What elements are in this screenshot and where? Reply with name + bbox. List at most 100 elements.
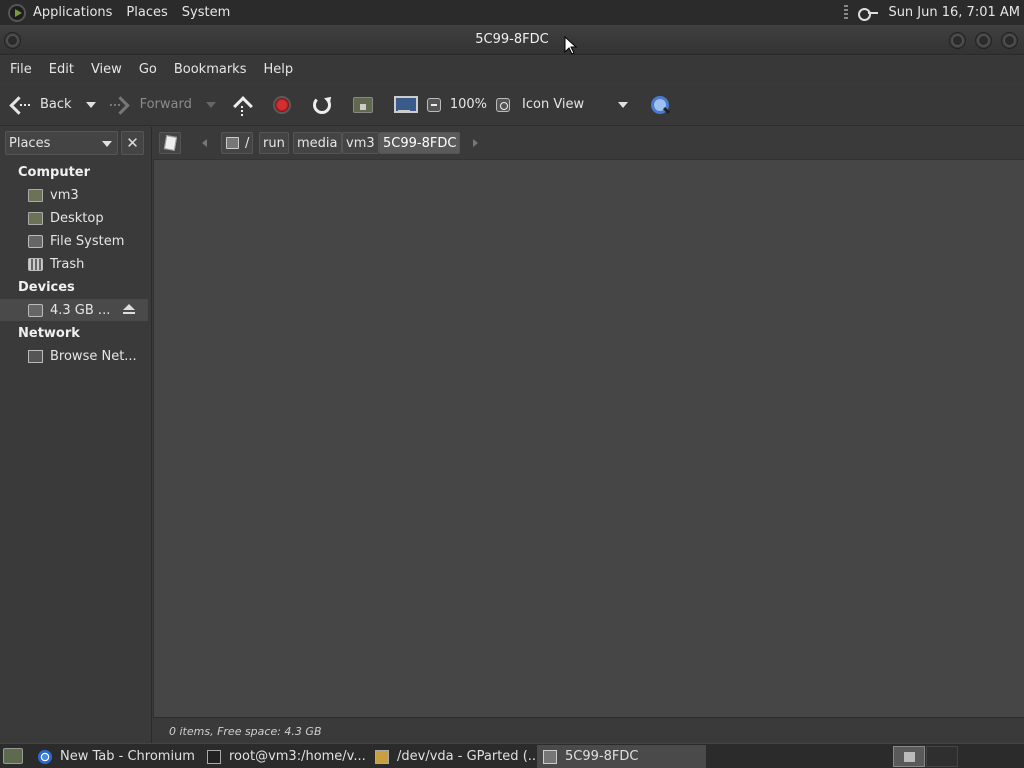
crumb-root[interactable]: /	[221, 132, 254, 154]
network-icon	[28, 349, 43, 363]
mouse-cursor-icon	[564, 35, 578, 56]
window-menu-button[interactable]	[4, 32, 21, 49]
search-icon	[650, 95, 670, 115]
menu-system[interactable]: System	[175, 5, 237, 20]
menu-places[interactable]: Places	[119, 5, 174, 20]
task-gparted[interactable]: /dev/vda - GParted (...	[369, 745, 537, 768]
filesystem-icon	[226, 137, 239, 149]
back-button[interactable]: Back	[10, 90, 96, 120]
view-mode-dropdown-icon[interactable]	[618, 101, 629, 108]
sidebar-heading-devices: Devices	[18, 280, 75, 295]
search-button[interactable]	[650, 90, 670, 120]
chromium-icon	[38, 749, 52, 764]
task-chromium[interactable]: New Tab - Chromium	[32, 745, 200, 768]
sidebar-item-vm3[interactable]: vm3	[0, 184, 148, 206]
sidebar-item-label: 4.3 GB ...	[50, 302, 111, 318]
zoom-in-icon[interactable]	[496, 97, 511, 112]
zoom-level: 100%	[449, 97, 488, 112]
menu-edit[interactable]: Edit	[39, 62, 81, 77]
sidebar-heading-computer: Computer	[18, 165, 91, 180]
status-bar: 0 items, Free space: 4.3 GB	[153, 717, 1024, 743]
menu-go[interactable]: Go	[129, 62, 164, 77]
workspace-2-button[interactable]	[926, 746, 958, 767]
location-bar: / run media vm3 5C99-8FDC	[153, 127, 1024, 159]
computer-icon	[393, 95, 418, 114]
sidebar-selector[interactable]: Places	[5, 131, 118, 155]
sidebar-item-label: Trash	[50, 256, 85, 272]
task-terminal[interactable]: root@vm3:/home/v...	[201, 745, 369, 768]
back-label: Back	[40, 97, 72, 112]
sidebar-item-desktop[interactable]: Desktop	[0, 207, 148, 229]
task-label: 5C99-8FDC	[565, 749, 639, 764]
task-label: /dev/vda - GParted (...	[397, 749, 537, 764]
crumb-label: 5C99-8FDC	[383, 135, 457, 151]
menubar: File Edit View Go Bookmarks Help	[0, 56, 1024, 83]
sidebar-item-browse-network[interactable]: Browse Net...	[0, 345, 148, 367]
crumb-vm3[interactable]: vm3	[342, 132, 379, 154]
crumb-label: run	[263, 135, 285, 151]
menu-file[interactable]: File	[0, 62, 39, 77]
keyring-icon[interactable]	[858, 7, 879, 21]
applications-logo-icon[interactable]	[8, 3, 26, 22]
close-button[interactable]	[1001, 32, 1018, 49]
task-label: root@vm3:/home/v...	[229, 749, 366, 764]
view-mode-label: Icon View	[522, 97, 585, 112]
status-text: 0 items, Free space: 4.3 GB	[169, 725, 322, 738]
minimize-button[interactable]	[949, 32, 966, 49]
crumb-run[interactable]: run	[259, 132, 289, 154]
menu-view[interactable]: View	[81, 62, 129, 77]
forward-button[interactable]: Forward	[109, 90, 216, 120]
file-manager-icon	[543, 749, 557, 764]
crumb-label: vm3	[346, 135, 375, 151]
maximize-button[interactable]	[975, 32, 992, 49]
view-mode-selector[interactable]: Icon View	[496, 90, 629, 120]
sidebar-close-button[interactable]: ✕	[121, 131, 144, 155]
system-tray: Sun Jun 16, 7:01 AM	[844, 0, 1024, 25]
home-button[interactable]	[352, 90, 373, 120]
menu-help[interactable]: Help	[253, 62, 300, 77]
reload-icon	[312, 95, 331, 114]
sidebar-item-trash[interactable]: Trash	[0, 253, 148, 275]
sidebar-item-drive[interactable]: 4.3 GB ...	[0, 299, 148, 321]
menu-applications[interactable]: Applications	[26, 5, 119, 20]
tray-handle-icon	[844, 4, 849, 21]
path-scroll-left-icon[interactable]	[202, 139, 207, 147]
toggle-location-entry-button[interactable]	[159, 132, 181, 154]
drive-icon	[28, 303, 43, 317]
task-file-manager[interactable]: 5C99-8FDC	[537, 745, 706, 768]
toolbar: Back Forward 100% Icon View	[0, 84, 1024, 126]
up-arrow-icon	[232, 94, 252, 116]
file-view-area[interactable]	[153, 159, 1024, 717]
window-titlebar[interactable]: 5C99-8FDC	[0, 25, 1024, 55]
reload-button[interactable]	[312, 90, 331, 120]
crumb-current[interactable]: 5C99-8FDC	[379, 132, 461, 154]
sidebar-item-label: Desktop	[50, 210, 104, 226]
zoom-control[interactable]: 100%	[426, 90, 488, 120]
top-panel: Applications Places System Sun Jun 16, 7…	[0, 0, 1024, 25]
gparted-icon	[375, 749, 389, 764]
forward-arrow-icon	[109, 96, 130, 114]
stop-button[interactable]	[272, 90, 291, 120]
path-scroll-right-icon[interactable]	[473, 139, 478, 147]
show-desktop-icon[interactable]	[3, 748, 23, 764]
task-label: New Tab - Chromium	[60, 749, 195, 764]
terminal-icon	[207, 749, 221, 764]
zoom-out-icon[interactable]	[426, 97, 441, 112]
up-button[interactable]	[232, 90, 252, 120]
menu-bookmarks[interactable]: Bookmarks	[164, 62, 254, 77]
clock[interactable]: Sun Jun 16, 7:01 AM	[888, 5, 1024, 20]
back-history-dropdown-icon[interactable]	[85, 101, 96, 108]
sidebar-heading-network: Network	[18, 326, 80, 341]
top-panel-menu: Applications Places System	[26, 0, 237, 25]
sidebar-item-file-system[interactable]: File System	[0, 230, 148, 252]
forward-history-dropdown-icon[interactable]	[205, 101, 216, 108]
window-title: 5C99-8FDC	[475, 32, 549, 47]
computer-button[interactable]	[393, 90, 418, 120]
sidebar: Places ✕ Computer vm3 Desktop File Syste…	[0, 127, 152, 743]
crumb-media[interactable]: media	[293, 132, 342, 154]
sidebar-selector-dropdown-icon	[102, 141, 112, 147]
sidebar-item-label: vm3	[50, 187, 79, 203]
workspace-1-button[interactable]	[893, 746, 925, 767]
desktop-folder-icon	[28, 211, 43, 225]
eject-icon[interactable]	[123, 304, 135, 315]
